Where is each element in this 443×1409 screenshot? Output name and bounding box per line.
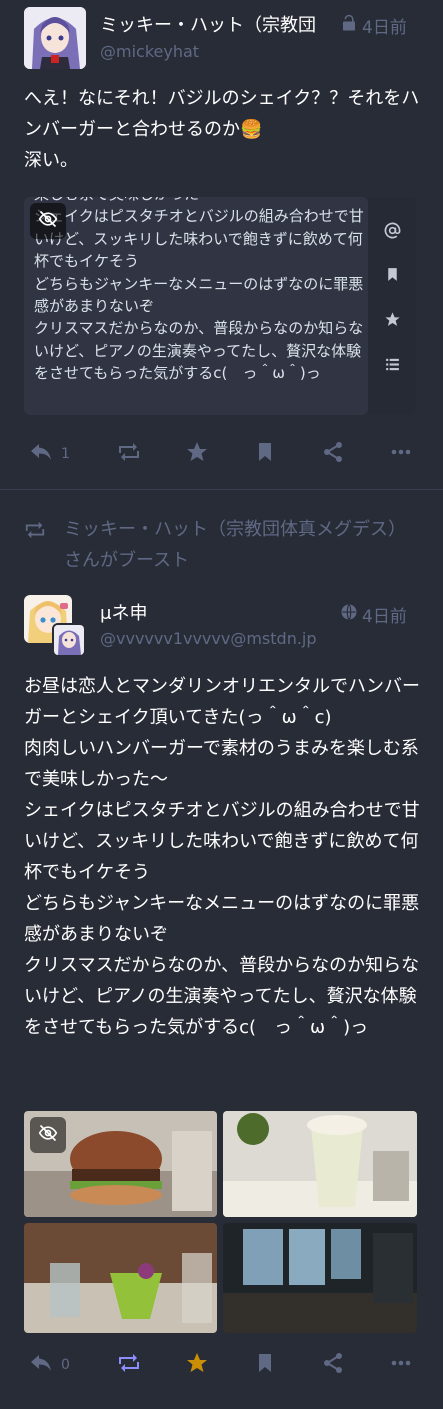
bookmark-button[interactable] [253, 438, 277, 470]
boost-button[interactable] [117, 438, 141, 470]
status-meta: 4日前 [340, 13, 407, 38]
display-name[interactable]: μネ申 [100, 599, 320, 625]
bookmark-icon[interactable] [380, 262, 404, 286]
restaurant-interior-photo[interactable] [223, 1223, 417, 1333]
bookmark-button[interactable] [253, 1349, 277, 1381]
status-content: お昼は恋人とマンダリンオリエンタルでハンバーガーとシェイク頂いてきた(っ＾ω＾c… [24, 671, 420, 1043]
reply-button[interactable]: 1 [29, 438, 70, 470]
boost-button[interactable] [117, 1349, 141, 1381]
reply-count: 1 [61, 446, 70, 462]
content-line: 深い。 [24, 150, 78, 171]
content-line: お昼は恋人とマンダリンオリエンタルでハンバーガーとシェイク頂いてきた(っ＾ω＾c… [24, 676, 420, 728]
avatar[interactable] [24, 7, 86, 69]
media-gallery [24, 1111, 417, 1333]
reply-icon [29, 440, 53, 468]
favourite-button[interactable] [185, 1349, 209, 1381]
action-bar: 0 [0, 1345, 443, 1385]
boost-text[interactable]: ミッキー・ハット（宗教団体真メグデス）さんがブースト [64, 514, 420, 576]
quote-line: クリスマスだからなのか、普段からなのか知らないけど、ピアノの生演奏やってたし、贅… [34, 319, 364, 383]
shake-photo[interactable] [223, 1111, 417, 1217]
star-icon [185, 1351, 209, 1379]
list-icon[interactable] [380, 352, 404, 376]
reply-button[interactable]: 0 [29, 1349, 70, 1381]
bookmark-icon [253, 440, 277, 468]
green-drink-photo[interactable] [24, 1223, 217, 1333]
status-card[interactable]: ミッキー・ハット（宗教団体真メグデス）さんがブースト μネ申 @vvvvvv1v… [0, 492, 443, 1409]
status-content: へえ！なにそれ！バジルのシェイク？？それをハンバーガーと合わせるのか🍔 深い。 [24, 83, 420, 176]
content-line: シェイクはピスタチオとバジルの組み合わせで甘いけど、スッキリした味わいで飽きずに… [24, 800, 420, 883]
quote-side-rail [368, 197, 416, 415]
action-bar: 1 [0, 434, 443, 474]
retweet-icon [117, 1351, 141, 1379]
reply-icon [29, 1351, 53, 1379]
hide-media-button[interactable] [30, 1117, 66, 1153]
hide-media-button[interactable] [30, 203, 66, 239]
content-line: へえ！なにそれ！バジルのシェイク？？それをハンバーガーと合わせるのか🍔 [24, 88, 420, 140]
unlock-icon [340, 14, 358, 37]
ellipsis-icon [389, 440, 413, 468]
status-card[interactable]: ミッキー・ハット（宗教団体真メグデス） @mickeyhat 4日前 へえ！なに… [0, 0, 443, 490]
share-button[interactable] [321, 1349, 345, 1381]
booster-avatar[interactable] [52, 623, 86, 657]
timestamp[interactable]: 4日前 [362, 13, 407, 38]
eye-slash-icon [38, 209, 58, 233]
display-name[interactable]: ミッキー・ハット（宗教団体真メグデス） [100, 11, 316, 37]
more-button[interactable] [389, 1349, 413, 1381]
burger-photo[interactable] [24, 1111, 217, 1217]
account-handle[interactable]: @mickeyhat [100, 42, 330, 61]
quoted-post[interactable]: 楽しむ系で美味しかった〜 シェイクはピスタチオとバジルの組み合わせで甘いけど、ス… [24, 197, 368, 415]
quote-line: どちらもジャンキーなメニューのはずなのに罪悪感があまりないぞ [34, 274, 364, 316]
eye-slash-icon [38, 1123, 58, 1147]
status-meta: 4日前 [340, 602, 407, 627]
star-icon[interactable] [380, 307, 404, 331]
quote-line: シェイクはピスタチオとバジルの組み合わせで甘いけど、スッキリした味わいで飽きずに… [34, 207, 364, 271]
share-icon [321, 440, 345, 468]
globe-icon [340, 603, 358, 626]
share-button[interactable] [321, 438, 345, 470]
content-line: クリスマスだからなのか、普段からなのか知らないけど、ピアノの生演奏やってたし、贅… [24, 955, 420, 1038]
at-icon[interactable] [380, 218, 404, 242]
content-line: 肉肉しいハンバーガーで素材のうまみを楽しむ系で美味しかった〜 [24, 738, 419, 790]
reply-count: 0 [61, 1357, 70, 1373]
timestamp[interactable]: 4日前 [362, 602, 407, 627]
ellipsis-icon [389, 1351, 413, 1379]
share-icon [321, 1351, 345, 1379]
star-icon [185, 440, 209, 468]
retweet-icon [117, 440, 141, 468]
quoted-text: 楽しむ系で美味しかった〜 シェイクはピスタチオとバジルの組み合わせで甘いけど、ス… [34, 197, 364, 385]
account-handle[interactable]: @vvvvvv1vvvvv@mstdn.jp [100, 629, 316, 648]
bookmark-icon [253, 1351, 277, 1379]
retweet-icon [24, 519, 46, 551]
more-button[interactable] [389, 438, 413, 470]
content-line: どちらもジャンキーなメニューのはずなのに罪悪感があまりないぞ [24, 893, 420, 945]
quote-line: 楽しむ系で美味しかった〜 [34, 197, 364, 205]
favourite-button[interactable] [185, 438, 209, 470]
